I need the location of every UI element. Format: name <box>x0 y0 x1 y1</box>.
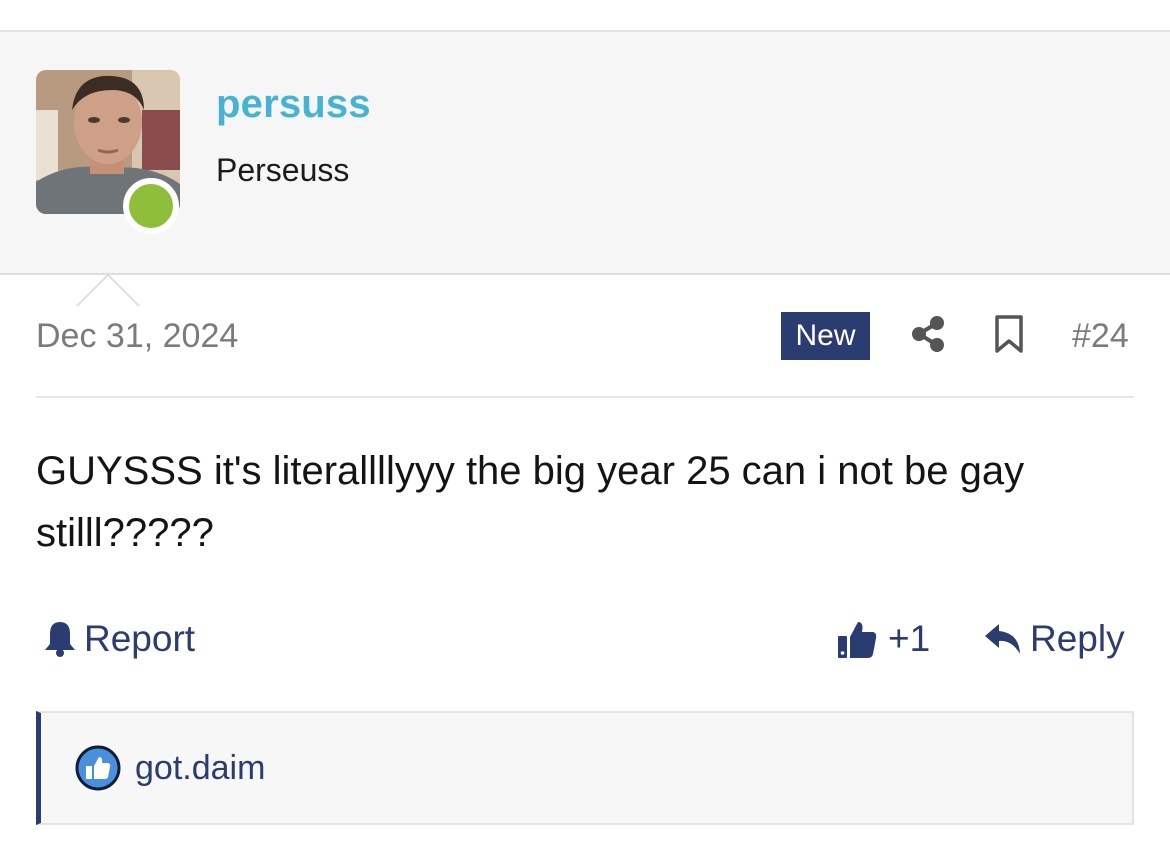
report-label: Report <box>84 618 196 659</box>
message-user-block: persuss Perseuss <box>0 32 1170 309</box>
bell-icon <box>45 622 75 657</box>
like-button[interactable]: +1 <box>836 616 930 662</box>
user-title: Perseuss <box>216 152 350 188</box>
new-badge: New <box>781 312 870 360</box>
reply-button[interactable]: Reply <box>984 616 1125 662</box>
reply-arrow-icon <box>985 624 1020 654</box>
bookmark-icon[interactable] <box>994 314 1024 354</box>
message-body: GUYSSS it's literallllyyy the big year 2… <box>36 449 1025 555</box>
meta-divider <box>36 396 1134 398</box>
reaction-user-link[interactable]: got.daim <box>135 749 265 788</box>
share-icon[interactable] <box>908 314 948 354</box>
forum-post-page: persuss Perseuss Dec 31, 2024 New #24 GU… <box>0 0 1170 849</box>
report-button[interactable]: Report <box>44 616 195 662</box>
reactions-bar[interactable]: got.daim <box>36 711 1134 825</box>
post-date-link[interactable]: Dec 31, 2024 <box>36 317 238 356</box>
thumbs-up-icon <box>838 622 877 658</box>
like-reaction-icon <box>75 745 121 791</box>
like-count: +1 <box>888 618 931 659</box>
post-number-link[interactable]: #24 <box>1072 317 1129 356</box>
user-block-pointer <box>74 273 142 309</box>
online-status-indicator <box>123 178 179 234</box>
reply-label: Reply <box>1030 618 1125 659</box>
top-strip <box>0 0 1170 32</box>
username-link[interactable]: persuss <box>216 82 371 127</box>
